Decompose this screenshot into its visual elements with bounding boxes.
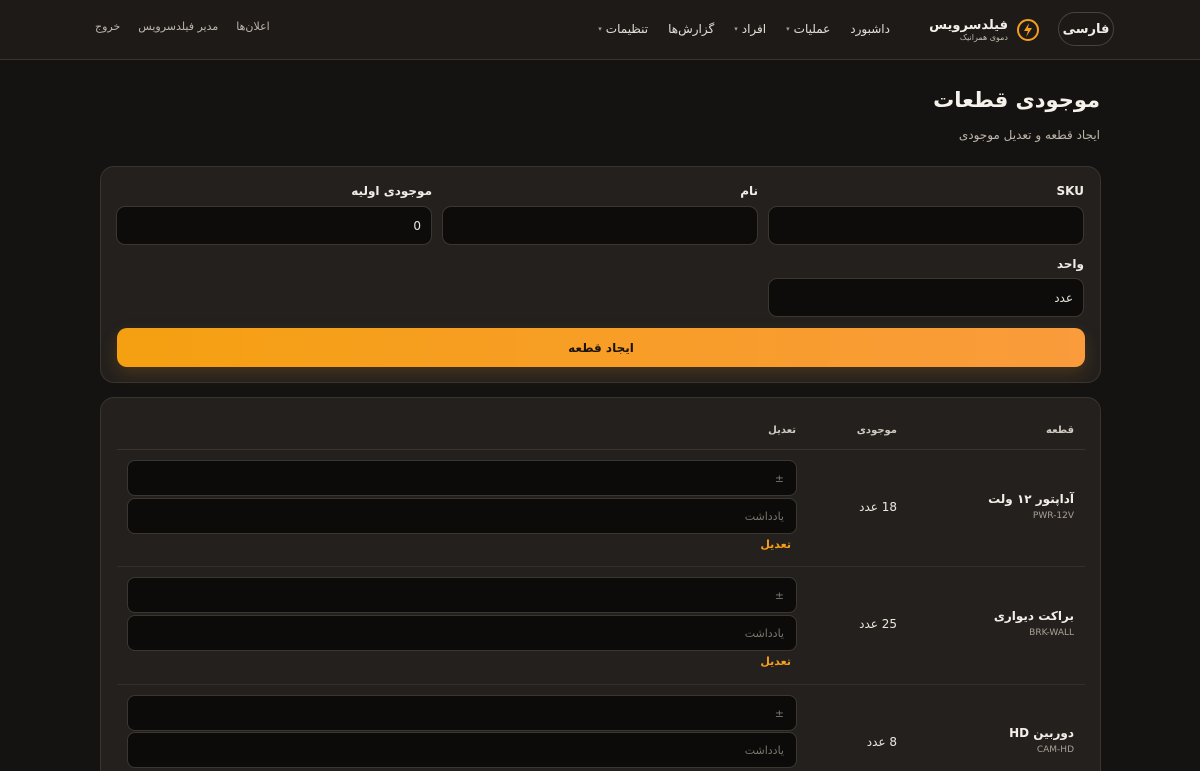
page-subtitle: ایجاد قطعه و تعدیل موجودی (958, 128, 1100, 142)
language-toggle-button[interactable]: فارسی (1058, 12, 1114, 46)
column-header-adjust: تعدیل (768, 425, 796, 436)
column-header-part: قطعه (1046, 425, 1074, 436)
name-label: نام (740, 184, 758, 198)
adjust-submit-link[interactable]: تعدیل (760, 655, 791, 668)
top-navbar: فارسی فیلدسرویس دموی همرانیک داشبورد عمل… (0, 0, 1200, 60)
user-links: اعلان‌ها مدیر فیلدسرویس خروج (95, 20, 270, 33)
adjust-note-input[interactable]: یادداشت (127, 615, 797, 651)
part-name: براکت دیواری (993, 609, 1074, 623)
chevron-down-icon: ▾ (734, 25, 738, 33)
adjust-quantity-input[interactable]: ± (127, 460, 797, 496)
create-part-button[interactable]: ایجاد قطعه (117, 328, 1085, 367)
sku-label: SKU (1056, 184, 1084, 198)
nav-item-dashboard[interactable]: داشبورد (850, 20, 890, 38)
nav-item-label: عملیات (793, 22, 831, 36)
unit-label: واحد (1056, 257, 1084, 271)
part-name: آداپتور ۱۲ ولت (988, 492, 1074, 506)
chevron-down-icon: ▾ (598, 25, 602, 33)
part-sku: BRK-WALL (1029, 628, 1074, 638)
initial-stock-input[interactable]: 0 (116, 206, 432, 245)
user-name-link[interactable]: مدیر فیلدسرویس (138, 20, 218, 33)
table-header-divider (117, 449, 1085, 450)
nav-item-label: تنظیمات (605, 22, 649, 36)
brand-name: فیلدسرویس (929, 17, 1008, 33)
nav-item-label: افراد (741, 22, 767, 36)
brand[interactable]: فیلدسرویس دموی همرانیک (929, 14, 1040, 46)
nav-item-operations[interactable]: عملیات ▾ (786, 20, 830, 38)
nav-item-reports[interactable]: گزارش‌ها (668, 20, 714, 38)
page-title: موجودی قطعات (933, 88, 1100, 112)
unit-input[interactable]: عدد (768, 278, 1084, 317)
main-nav: داشبورد عملیات ▾ افراد ▾ گزارش‌ها تنظیما… (598, 20, 890, 38)
row-divider (117, 684, 1085, 685)
create-part-card: SKU نام موجودی اولیه 0 واحد عدد ایجاد قط… (100, 166, 1101, 383)
initial-stock-label: موجودی اولیه (351, 184, 432, 198)
brand-subtitle: دموی همرانیک (959, 32, 1008, 42)
logout-link[interactable]: خروج (95, 20, 120, 33)
wrench-bolt-logo-icon (1017, 19, 1039, 41)
sku-input[interactable] (768, 206, 1084, 245)
part-stock: 18 عدد (859, 500, 897, 514)
parts-table-card: قطعه موجودی تعدیل آداپتور ۱۲ ولت PWR-12V… (100, 397, 1101, 771)
row-divider (117, 566, 1085, 567)
chevron-down-icon: ▾ (786, 25, 790, 33)
nav-item-people[interactable]: افراد ▾ (734, 20, 766, 38)
part-name: دوربین HD (1009, 726, 1074, 740)
adjust-quantity-input[interactable]: ± (127, 577, 797, 613)
name-input[interactable] (442, 206, 758, 245)
nav-item-label: گزارش‌ها (668, 22, 715, 36)
part-stock: 25 عدد (859, 617, 897, 631)
adjust-note-input[interactable]: یادداشت (127, 732, 797, 768)
adjust-note-input[interactable]: یادداشت (127, 498, 797, 534)
nav-item-label: داشبورد (850, 22, 890, 36)
adjust-submit-link[interactable]: تعدیل (760, 538, 791, 551)
column-header-stock: موجودی (856, 425, 897, 436)
adjust-quantity-input[interactable]: ± (127, 695, 797, 731)
notifications-link[interactable]: اعلان‌ها (236, 20, 269, 33)
part-sku: CAM-HD (1036, 745, 1074, 755)
nav-item-settings[interactable]: تنظیمات ▾ (598, 20, 648, 38)
part-sku: PWR-12V (1032, 511, 1074, 521)
part-stock: 8 عدد (866, 735, 897, 749)
